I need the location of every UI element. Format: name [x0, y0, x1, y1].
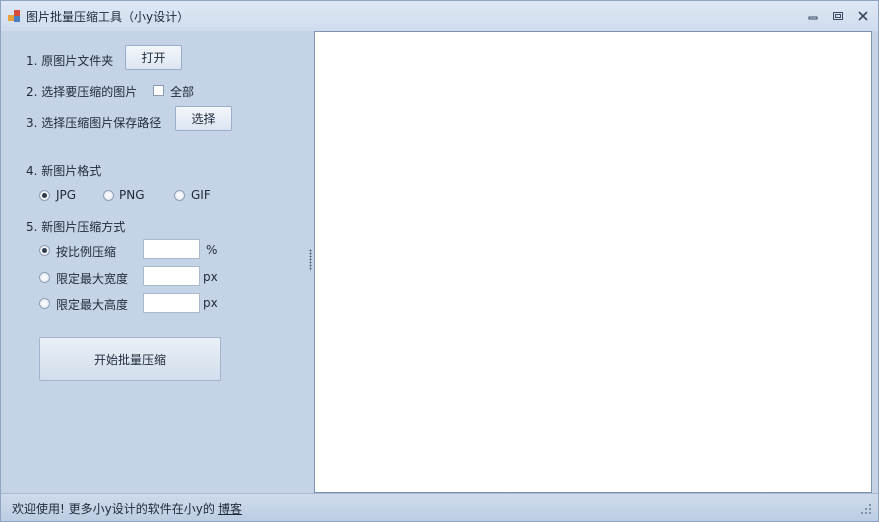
method-height-radio[interactable]	[39, 298, 50, 309]
image-preview-pane[interactable]	[314, 31, 872, 493]
window-title: 图片批量压缩工具（小y设计）	[26, 10, 190, 24]
ratio-unit: %	[206, 243, 218, 257]
start-compress-button[interactable]: 开始批量压缩	[39, 337, 221, 381]
close-icon[interactable]	[856, 9, 870, 23]
select-path-button[interactable]: 选择	[175, 106, 232, 131]
format-png-label: PNG	[119, 188, 145, 202]
app-window: 图片批量压缩工具（小y设计） 1. 原图片文件夹 打开 2. 选择要压缩的图片 …	[0, 0, 879, 522]
minimize-icon[interactable]	[806, 9, 820, 23]
select-images-label: 2. 选择要压缩的图片	[26, 85, 138, 99]
panel-splitter[interactable]	[307, 31, 314, 493]
restore-icon[interactable]	[831, 9, 845, 23]
ratio-input[interactable]	[143, 239, 200, 259]
format-jpg-label: JPG	[56, 188, 77, 202]
format-gif-radio[interactable]	[174, 190, 185, 201]
method-width-label: 限定最大宽度	[56, 272, 129, 286]
save-path-label: 3. 选择压缩图片保存路径	[26, 116, 162, 130]
settings-panel: 1. 原图片文件夹 打开 2. 选择要压缩的图片 全部 3. 选择压缩图片保存路…	[1, 31, 307, 493]
format-png-radio[interactable]	[103, 190, 114, 201]
format-label: 4. 新图片格式	[26, 164, 102, 178]
app-icon	[8, 10, 21, 22]
method-height-label: 限定最大高度	[56, 298, 129, 312]
height-unit: px	[203, 296, 218, 310]
source-folder-label: 1. 原图片文件夹	[26, 54, 114, 68]
method-ratio-label: 按比例压缩	[56, 245, 117, 259]
width-unit: px	[203, 270, 218, 284]
max-width-input[interactable]	[143, 266, 200, 286]
resize-grip-icon[interactable]	[860, 503, 872, 515]
blog-link[interactable]: 博客	[218, 500, 242, 517]
method-ratio-radio[interactable]	[39, 245, 50, 256]
max-height-input[interactable]	[143, 293, 200, 313]
status-bar: 欢迎使用! 更多小y设计的软件在小y的 博客	[1, 493, 878, 521]
title-bar[interactable]: 图片批量压缩工具（小y设计）	[1, 1, 878, 31]
format-jpg-radio[interactable]	[39, 190, 50, 201]
splitter-grip-icon	[309, 249, 312, 271]
method-width-radio[interactable]	[39, 272, 50, 283]
open-button[interactable]: 打开	[125, 45, 182, 70]
all-checkbox-label: 全部	[170, 85, 195, 99]
format-gif-label: GIF	[191, 188, 211, 202]
method-label: 5. 新图片压缩方式	[26, 220, 126, 234]
all-checkbox[interactable]	[153, 85, 164, 96]
status-text: 欢迎使用! 更多小y设计的软件在小y的	[12, 502, 215, 516]
